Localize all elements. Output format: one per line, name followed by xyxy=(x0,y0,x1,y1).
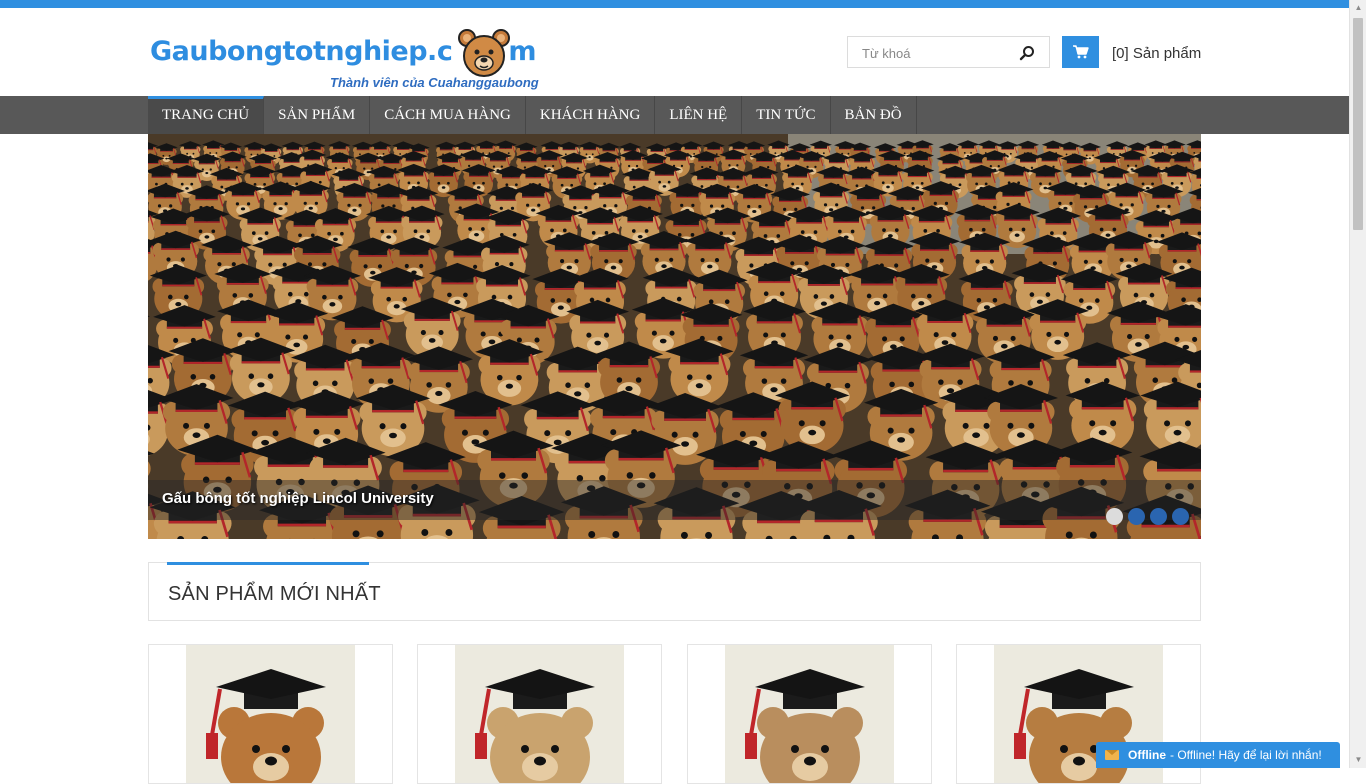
product-image[interactable] xyxy=(725,645,894,784)
section-title: SẢN PHẨM MỚI NHẤT xyxy=(168,583,381,606)
nav-item-contact[interactable]: LIÊN HỆ xyxy=(655,96,742,134)
scroll-down-arrow-icon[interactable]: ▼ xyxy=(1350,752,1366,768)
live-chat-widget[interactable]: Offline - Offline! Hãy để lại lời nhắn! xyxy=(1096,742,1340,768)
envelope-icon xyxy=(1105,750,1119,760)
cart-count-link[interactable]: [0] Sản phẩm xyxy=(1112,45,1201,62)
main-nav: TRANG CHỦ SẢN PHẨM CÁCH MUA HÀNG KHÁCH H… xyxy=(0,96,1349,134)
nav-item-home[interactable]: TRANG CHỦ xyxy=(148,96,264,134)
section-accent-line xyxy=(167,562,369,565)
logo-tagline: Thành viên của Cuahanggaubong xyxy=(330,75,539,90)
slider-pagination xyxy=(1106,508,1189,525)
slide-image xyxy=(148,134,1201,539)
search-icon[interactable] xyxy=(1019,45,1035,61)
slider-dot[interactable] xyxy=(1128,508,1145,525)
site-logo[interactable]: Gaubongtotnghiep.cm Thành viên của Cuaha… xyxy=(150,26,540,92)
slide-caption-bar: Gấu bông tốt nghiệp Lincol University xyxy=(148,480,1201,520)
slider-dot[interactable] xyxy=(1106,508,1123,525)
page-scrollbar[interactable]: ▲ ▼ xyxy=(1349,0,1366,768)
slider-dot[interactable] xyxy=(1150,508,1167,525)
nav-item-map[interactable]: BẢN ĐỒ xyxy=(831,96,917,134)
search-box[interactable] xyxy=(847,36,1050,68)
nav-item-how-to-buy[interactable]: CÁCH MUA HÀNG xyxy=(370,96,526,134)
product-card[interactable] xyxy=(687,644,932,784)
hero-slider[interactable]: Gấu bông tốt nghiệp Lincol University xyxy=(148,134,1201,539)
cart-button[interactable] xyxy=(1062,36,1099,68)
cart-icon xyxy=(1073,45,1089,59)
chat-status: Offline xyxy=(1128,748,1166,762)
chat-message: - Offline! Hãy để lại lời nhắn! xyxy=(1170,748,1322,762)
bear-logo-icon xyxy=(458,28,510,78)
product-image[interactable] xyxy=(186,645,355,784)
search-input[interactable] xyxy=(860,38,1024,68)
nav-item-news[interactable]: TIN TỨC xyxy=(742,96,830,134)
product-image[interactable] xyxy=(455,645,624,784)
slider-dot[interactable] xyxy=(1172,508,1189,525)
top-accent-bar xyxy=(0,0,1349,8)
scrollbar-thumb[interactable] xyxy=(1353,18,1363,230)
product-card[interactable] xyxy=(148,644,393,784)
nav-item-products[interactable]: SẢN PHẨM xyxy=(264,96,370,134)
nav-item-customers[interactable]: KHÁCH HÀNG xyxy=(526,96,655,134)
scroll-up-arrow-icon[interactable]: ▲ xyxy=(1350,0,1366,16)
product-card[interactable] xyxy=(417,644,662,784)
newest-products-header: SẢN PHẨM MỚI NHẤT xyxy=(148,562,1201,621)
slide-caption: Gấu bông tốt nghiệp Lincol University xyxy=(162,490,434,507)
